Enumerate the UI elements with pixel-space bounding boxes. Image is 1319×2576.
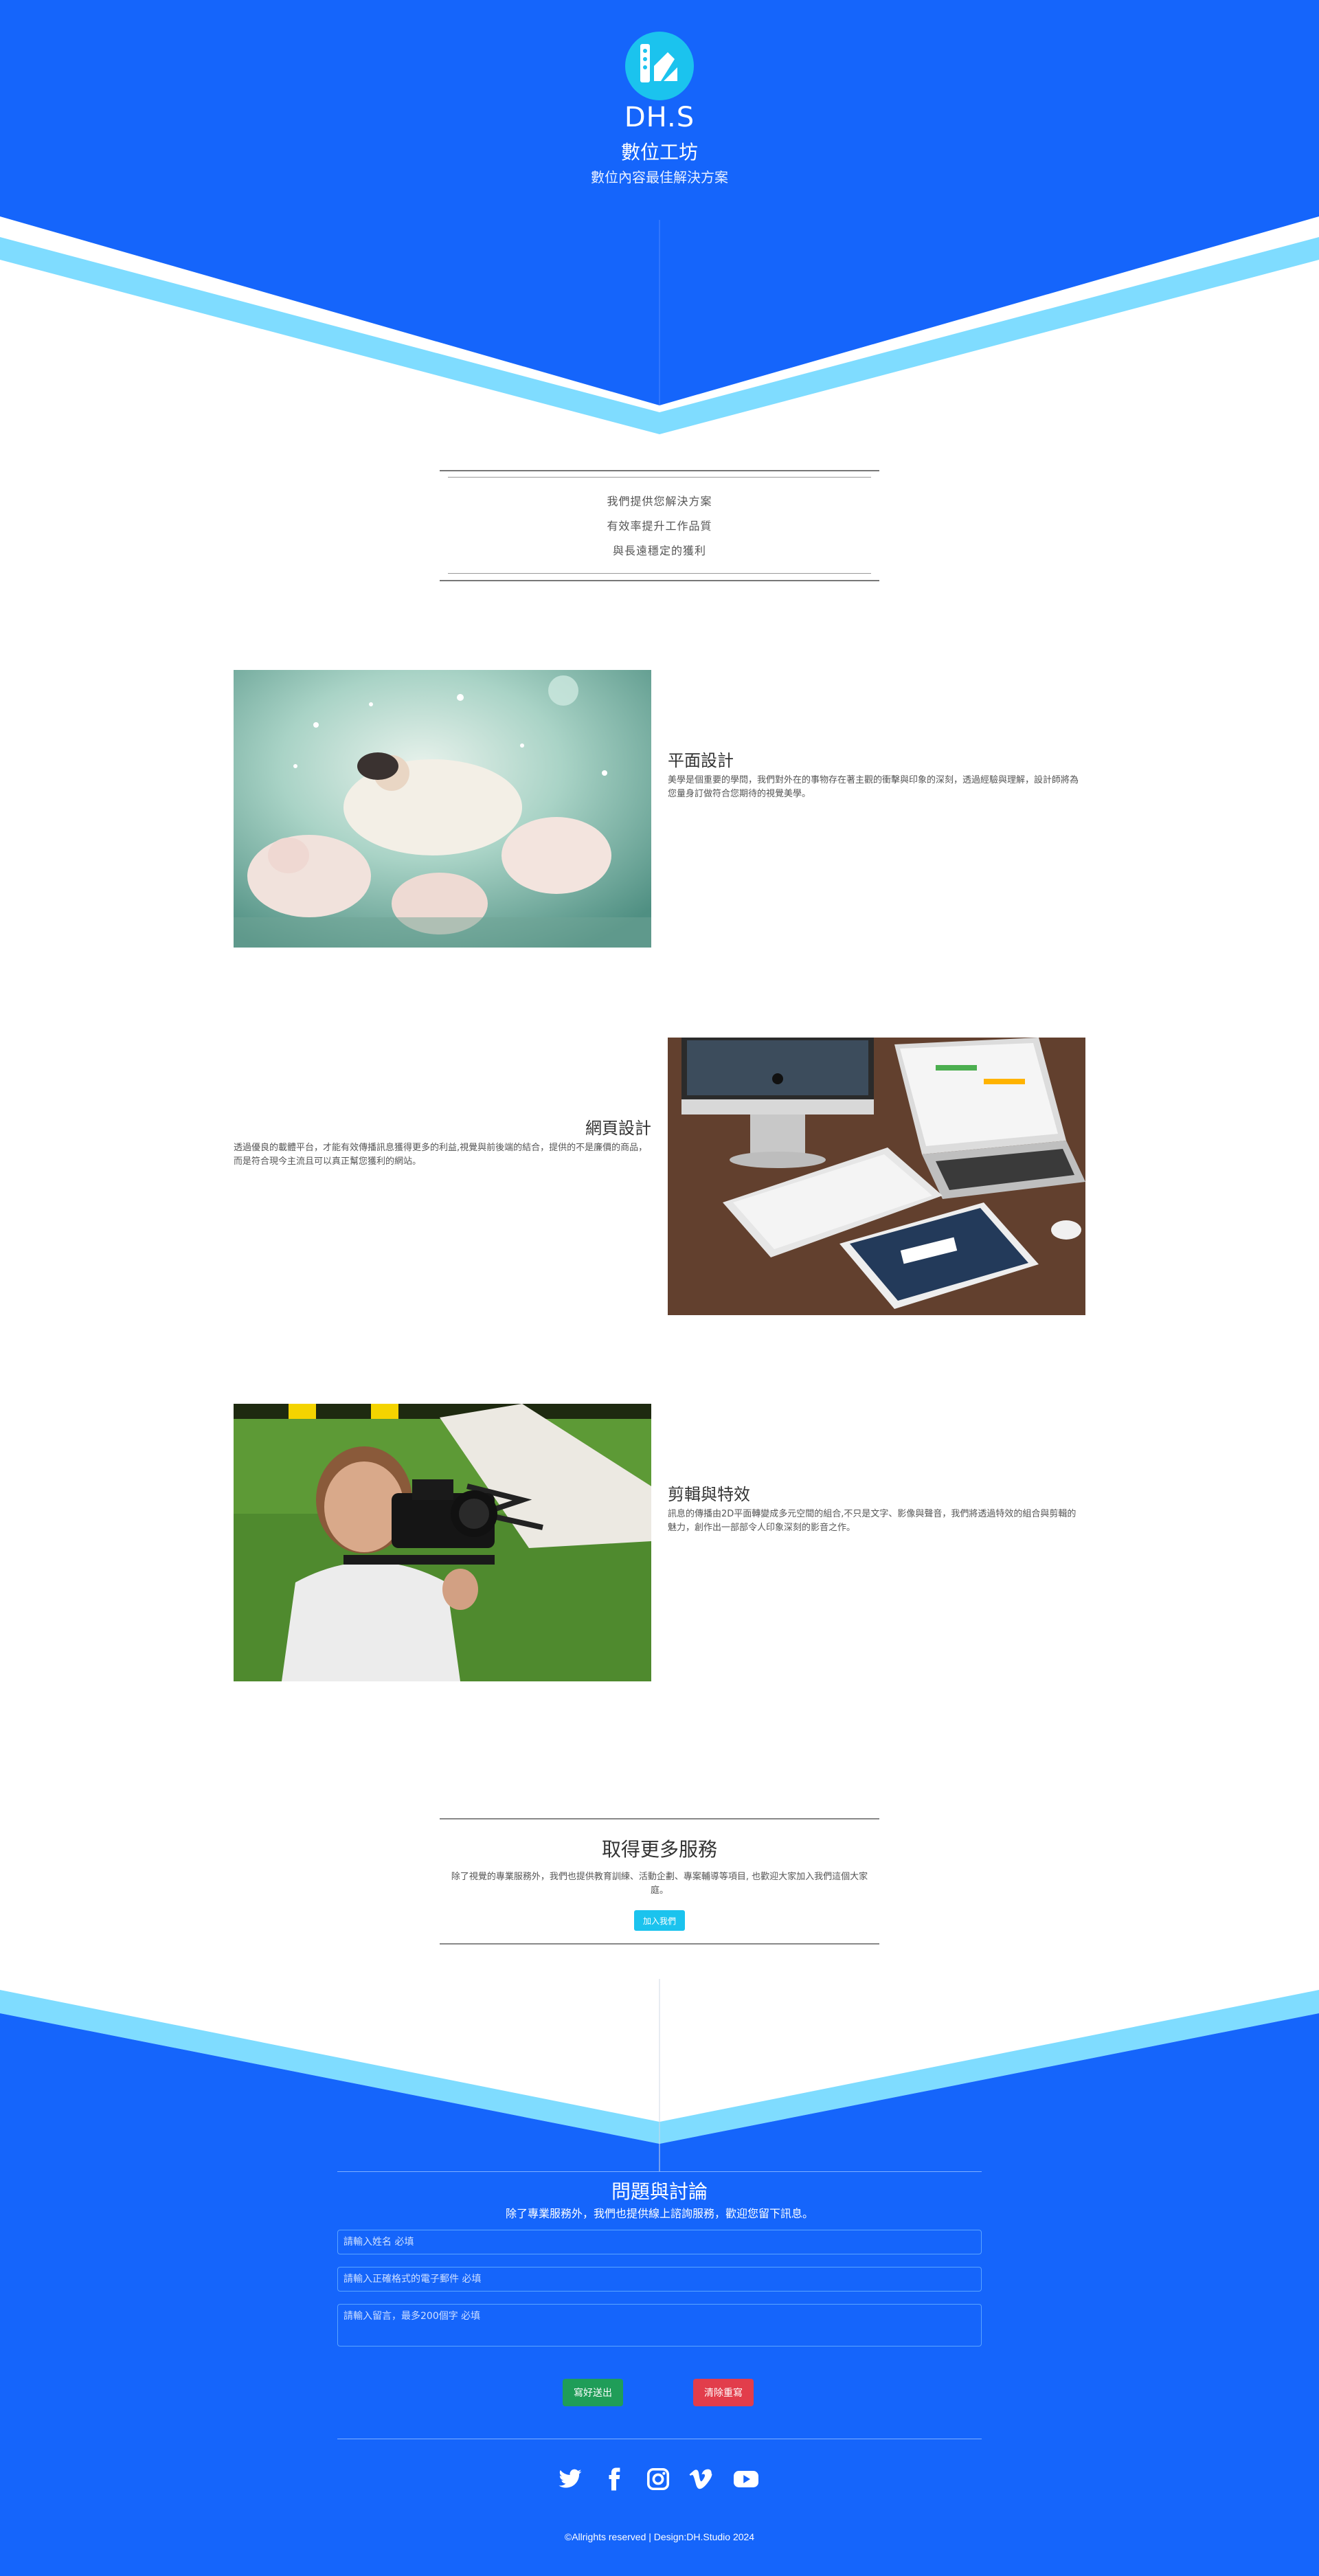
divider <box>337 2171 982 2172</box>
copyright-text: ©Allrights reserved | Design:DH.Studio 2… <box>564 2531 755 2542</box>
graphic-design-image <box>234 670 651 948</box>
cta-box: 取得更多服務 除了視覺的專業服務外，我們也提供教育訓練、活動企劃、專案輔導等項目… <box>440 1818 879 1945</box>
divider <box>440 470 879 471</box>
hero-header: DH.S 數位工坊 數位內容最佳解決方案 <box>0 0 1319 440</box>
vimeo-icon[interactable] <box>688 2467 713 2491</box>
footer: 問題與討論 除了專業服務外，我們也提供線上諮詢服務，歡迎您留下訊息。 寫好送出 … <box>0 2171 1319 2576</box>
contact-desc: 除了專業服務外，我們也提供線上諮詢服務，歡迎您留下訊息。 <box>505 2207 813 2220</box>
contact-title: 問題與討論 <box>611 2180 708 2203</box>
facebook-icon[interactable] <box>602 2467 627 2491</box>
divider <box>440 580 879 581</box>
divider <box>448 573 871 574</box>
brand-name: 數位工坊 <box>620 141 698 164</box>
intro-line: 與長遠穩定的獲利 <box>612 544 706 557</box>
logo-icon[interactable] <box>625 32 694 100</box>
service-title: 網頁設計 <box>585 1119 651 1138</box>
service-desc: 透過優良的載體平台，才能有效傳播訊息獲得更多的利益,視覺與前後端的結合，提供的不… <box>234 1143 648 1167</box>
divider <box>440 1943 879 1945</box>
service-title: 平面設計 <box>668 751 734 770</box>
footer-background <box>0 1979 1319 2173</box>
twitter-icon[interactable] <box>558 2467 583 2491</box>
web-design-image <box>668 1038 1085 1315</box>
reset-button[interactable]: 清除重寫 <box>693 2379 754 2406</box>
service-title: 剪輯與特效 <box>668 1485 750 1504</box>
cta-title: 取得更多服務 <box>601 1838 717 1861</box>
instagram-icon[interactable] <box>646 2467 670 2491</box>
service-desc: 美學是個重要的學問，我們對外在的事物存在著主觀的衝擊與印象的深刻，透過經驗與理解… <box>668 775 1079 799</box>
youtube-icon[interactable] <box>732 2467 760 2491</box>
intro-line: 有效率提升工作品質 <box>607 519 712 533</box>
divider <box>448 477 871 478</box>
name-input[interactable] <box>337 2230 982 2254</box>
cta-desc: 除了視覺的專業服務外，我們也提供教育訓練、活動企劃、專案輔導等項目, 也歡迎大家… <box>451 1872 868 1896</box>
video-editing-image <box>234 1404 651 1681</box>
submit-button[interactable]: 寫好送出 <box>563 2379 623 2406</box>
service-desc: 訊息的傳播由2D平面轉變成多元空間的組合,不只是文字、影像與聲音，我們將透過特效… <box>668 1509 1076 1533</box>
brand-tagline: 數位內容最佳解決方案 <box>591 169 728 186</box>
brand-title: DH.S <box>624 102 695 133</box>
email-input[interactable] <box>337 2267 982 2292</box>
message-textarea[interactable] <box>337 2304 982 2347</box>
join-us-button[interactable]: 加入我們 <box>634 1910 685 1931</box>
intro-box: 我們提供您解決方案 有效率提升工作品質 與長遠穩定的獲利 <box>440 470 879 583</box>
divider <box>440 1818 879 1819</box>
intro-line: 我們提供您解決方案 <box>607 495 712 508</box>
